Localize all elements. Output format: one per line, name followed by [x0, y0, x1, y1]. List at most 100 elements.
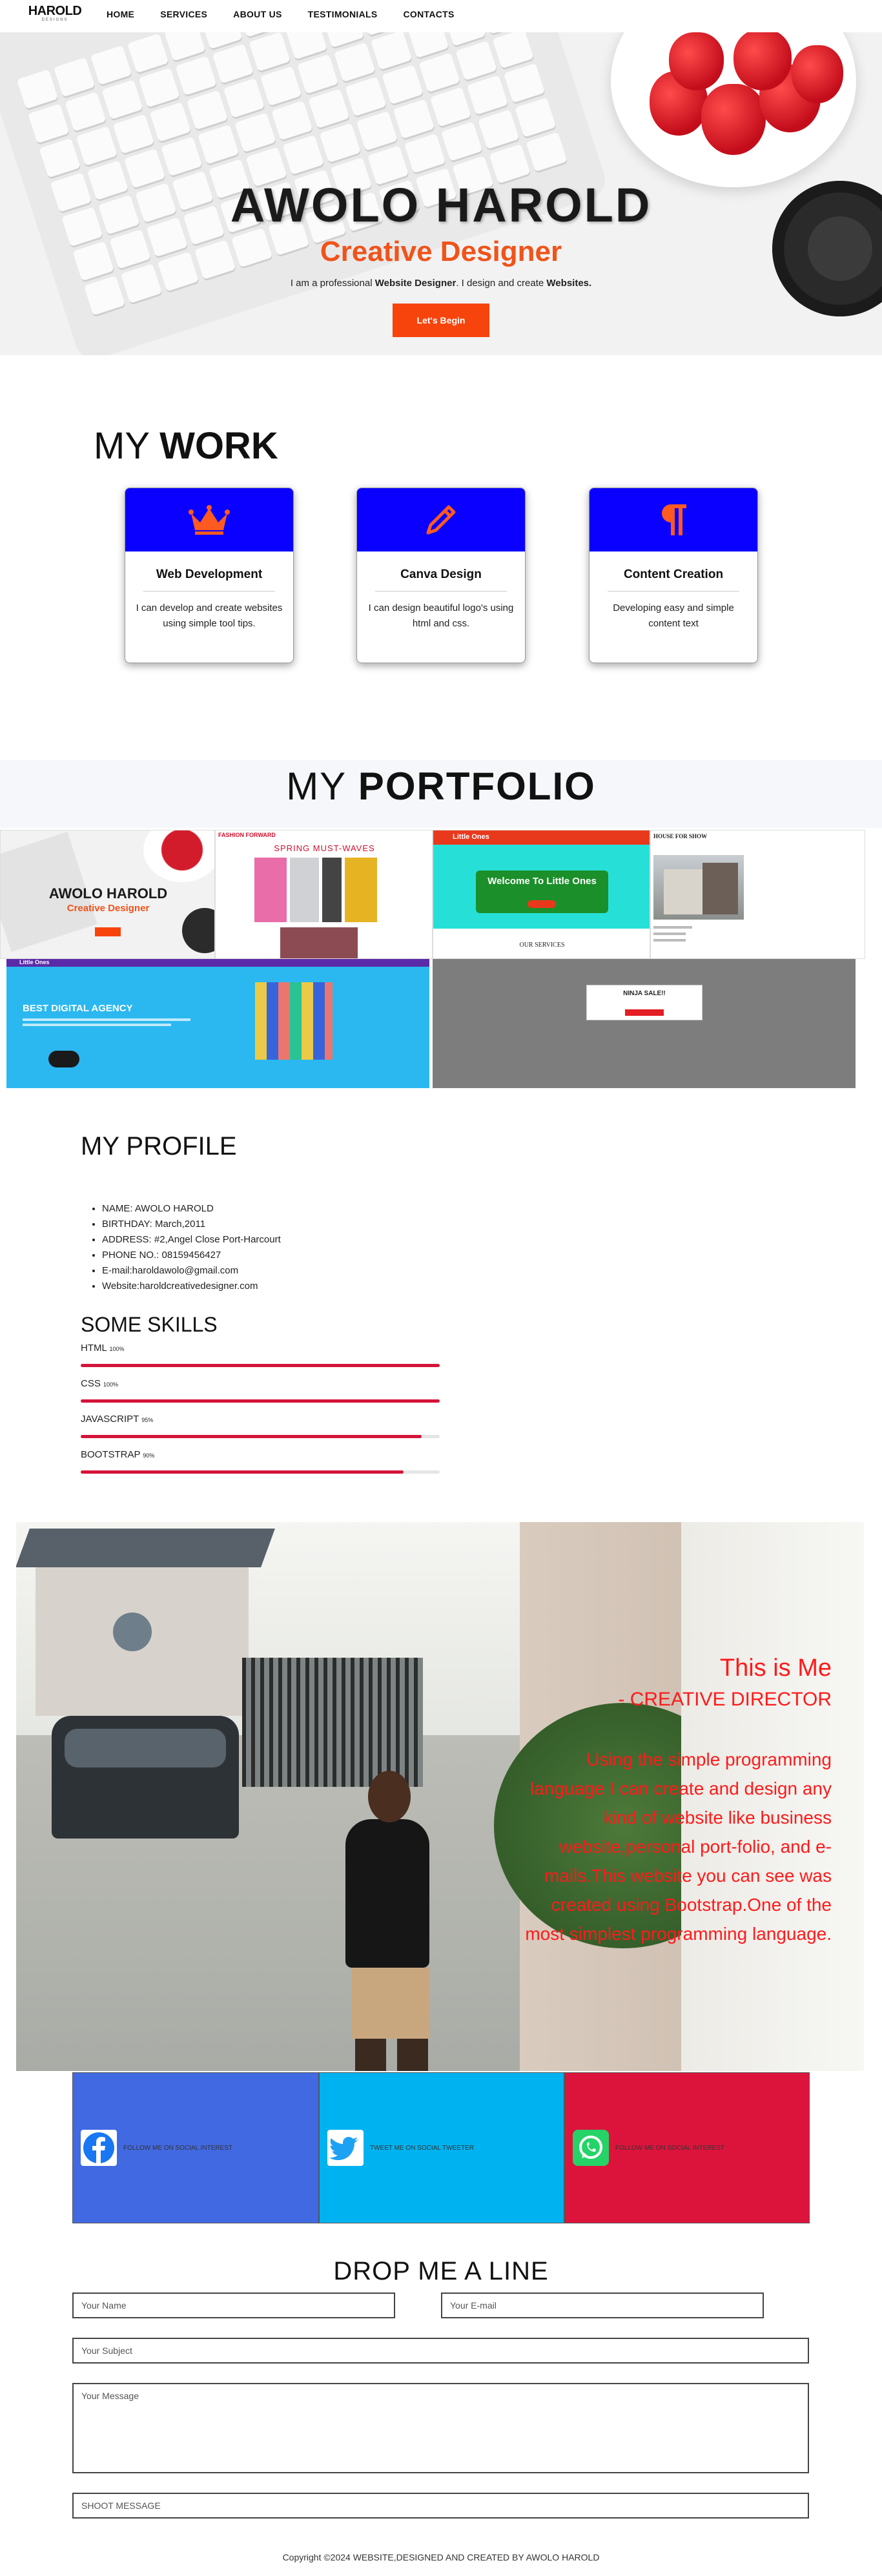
keyboard-key: [260, 66, 302, 107]
social-facebook[interactable]: FOLLOW ME ON SOCIAL INTEREST: [72, 2072, 319, 2223]
logo-text: HAROLD: [28, 4, 82, 18]
keyboard-key: [478, 109, 520, 150]
nav-link-testimonials[interactable]: TESTIMONIALS: [308, 9, 378, 19]
keyboard-key: [271, 100, 313, 141]
keyboard-key: [39, 138, 81, 178]
logo-subtext: DESIGNS: [41, 18, 68, 22]
keyboard-key: [296, 54, 339, 94]
message-textarea[interactable]: Your Message: [72, 2383, 809, 2473]
portfolio-section-title: MY PORTFOLIO: [286, 765, 596, 808]
skill-progress-fill: [81, 1399, 440, 1403]
keyboard-key: [160, 136, 203, 177]
work-card-canva-design: Canva Design I can design beautiful logo…: [356, 488, 526, 663]
skill-percent: 90%: [143, 1452, 155, 1459]
skill-html: HTML 100%: [81, 1343, 440, 1367]
keyboard-key: [382, 65, 424, 105]
keyboard-key: [393, 99, 435, 139]
whatsapp-icon: [573, 2130, 609, 2166]
keyboard-key: [404, 133, 446, 174]
keyboard-key: [76, 126, 118, 166]
about-me-section: This is Me - CREATIVE DIRECTOR Using the…: [16, 1522, 864, 2071]
pencil-icon: [426, 505, 456, 535]
skill-progress-bar: [81, 1435, 440, 1438]
social-twitter[interactable]: TWEET ME ON SOCIAL TWEETER: [319, 2072, 564, 2223]
keyboard-key: [65, 91, 107, 132]
skill-label: CSS: [81, 1378, 101, 1389]
profile-details-list: NAME: AWOLO HAROLD BIRTHDAY: March,2011 …: [102, 1201, 281, 1294]
hero-subtitle: Creative Designer: [320, 236, 562, 267]
card-header: [125, 488, 293, 551]
portfolio-item-harold-site[interactable]: AWOLO HAROLD Creative Designer: [0, 830, 215, 959]
keyboard-key: [515, 97, 557, 138]
name-input[interactable]: Your Name: [72, 2293, 395, 2318]
thumb-title: SPRING MUST-WAVES: [274, 843, 375, 853]
keyboard-key: [429, 87, 471, 127]
skill-progress-fill: [81, 1435, 422, 1438]
footer-copyright: Copyright ©2024 WEBSITE,DESIGNED AND CRE…: [282, 2552, 600, 2562]
skill-javascript: JAVASCRIPT 95%: [81, 1414, 440, 1438]
card-header: [357, 488, 525, 551]
contact-title: DROP ME A LINE: [333, 2257, 549, 2285]
portfolio-item-fashion[interactable]: FASHION FORWARD SPRING MUST-WAVES: [215, 830, 433, 959]
portfolio-item-house[interactable]: HOUSE FOR SHOW: [650, 830, 865, 959]
keyboard-key: [249, 32, 291, 72]
pilcrow-icon: [662, 504, 686, 535]
portfolio-item-little-ones[interactable]: Little Ones Welcome To Little Ones OUR S…: [433, 830, 650, 959]
subject-input[interactable]: Your Subject: [72, 2338, 809, 2364]
keyboard-key: [90, 45, 132, 85]
about-title: This is Me: [719, 1654, 832, 1682]
keyboard-key: [198, 124, 240, 165]
keyboard-key: [234, 112, 276, 152]
nav-link-contacts[interactable]: CONTACTS: [404, 9, 455, 19]
top-navbar: HAROLD DESIGNS HOME SERVICES ABOUT US TE…: [0, 0, 882, 32]
nav-links: HOME SERVICES ABOUT US TESTIMONIALS CONT…: [107, 9, 480, 19]
crown-icon: [189, 505, 230, 535]
email-input[interactable]: Your E-mail: [441, 2293, 764, 2318]
thumb-title: HOUSE FOR SHOW: [653, 833, 708, 840]
nav-link-home[interactable]: HOME: [107, 9, 134, 19]
keyboard-key: [492, 32, 534, 69]
skills-title: SOME SKILLS: [81, 1313, 218, 1336]
work-card-content-creation: Content Creation Developing easy and sim…: [589, 488, 758, 663]
card-header: [590, 488, 757, 551]
card-divider: [375, 591, 507, 592]
card-text: Developing easy and simple content text: [613, 603, 734, 629]
card-divider: [143, 591, 275, 592]
hero-section: AWOLO HAROLD Creative Designer I am a pr…: [0, 32, 882, 355]
twitter-icon: [327, 2130, 364, 2166]
profile-phone: PHONE NO.: 08159456427: [102, 1248, 281, 1263]
work-card-web-development: Web Development I can develop and create…: [125, 488, 294, 663]
keyboard-key: [212, 43, 254, 84]
thumb-brand: Little Ones: [453, 833, 489, 841]
about-role: - CREATIVE DIRECTOR: [618, 1689, 832, 1710]
nav-link-about[interactable]: ABOUT US: [233, 9, 282, 19]
thumb-brand: Little Ones: [19, 959, 50, 965]
portfolio-item-digital-agency[interactable]: Little Ones BEST DIGITAL AGENCY: [6, 959, 429, 1088]
profile-website: Website:haroldcreativedesigner.com: [102, 1279, 281, 1294]
skill-progress-bar: [81, 1470, 440, 1474]
keyboard-key: [455, 40, 497, 81]
nav-link-services[interactable]: SERVICES: [160, 9, 207, 19]
thumb-title: AWOLO HAROLD: [48, 885, 168, 902]
profile-birthday: BIRTHDAY: March,2011: [102, 1217, 281, 1232]
strawberry-bowl-image: [611, 32, 856, 187]
lets-begin-button[interactable]: Let's Begin: [393, 304, 489, 337]
skill-percent: 100%: [109, 1346, 125, 1352]
thumb-footer: OUR SERVICES: [519, 942, 565, 949]
keyboard-key: [101, 79, 143, 120]
thumb-title: Welcome To Little Ones: [487, 876, 597, 887]
shoot-message-button[interactable]: SHOOT MESSAGE: [72, 2493, 809, 2519]
keyboard-key: [308, 88, 350, 129]
keyboard-key: [418, 52, 460, 93]
keyboard-key: [175, 56, 217, 96]
portfolio-item-ninja-sale[interactable]: NINJA SALE!!: [433, 959, 856, 1088]
keyboard-key: [138, 67, 180, 108]
keyboard-key: [319, 123, 361, 163]
hero-description: I am a professional Website Designer. I …: [290, 278, 592, 289]
site-logo[interactable]: HAROLD DESIGNS: [26, 4, 84, 22]
keyboard-key: [345, 76, 387, 117]
social-whatsapp[interactable]: FOLLOW ME ON SOCIAL INTEREST: [564, 2072, 810, 2223]
profile-title: MY PROFILE: [81, 1132, 237, 1160]
keyboard-key: [285, 32, 327, 60]
keyboard-key: [28, 103, 70, 144]
